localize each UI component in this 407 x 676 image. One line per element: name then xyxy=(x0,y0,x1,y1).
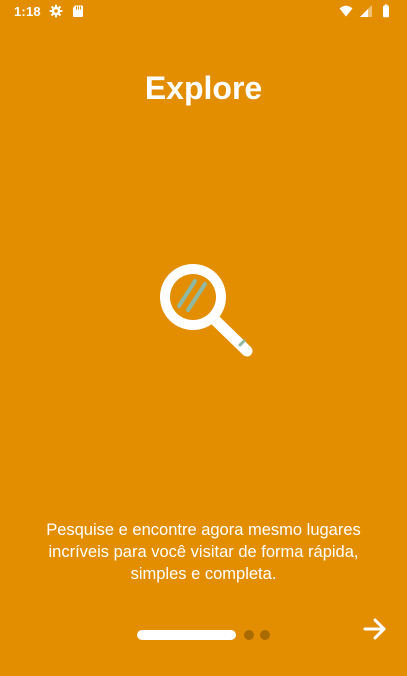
onboarding-title: Explore xyxy=(144,70,263,106)
status-right xyxy=(339,4,393,18)
status-bar: 1:18 xyxy=(0,0,407,22)
page-indicator-dot[interactable] xyxy=(244,630,254,640)
gear-icon xyxy=(49,4,63,18)
wifi-icon xyxy=(339,4,353,18)
battery-icon xyxy=(379,4,393,18)
next-button[interactable] xyxy=(358,616,392,646)
onboarding-description: Pesquise e encontre agora mesmo lugares … xyxy=(46,521,361,583)
onboarding-screen: 1:18 Explore Pesquise e encontre agora m… xyxy=(0,0,407,676)
page-indicator-dot-active[interactable] xyxy=(137,630,236,640)
status-time: 1:18 xyxy=(14,3,41,19)
page-indicator-dot[interactable] xyxy=(260,630,270,640)
page-indicator xyxy=(137,629,270,641)
magnifying-glass-icon xyxy=(150,255,258,361)
sd-card-icon xyxy=(71,4,85,18)
status-left: 1:18 xyxy=(14,4,85,19)
signal-icon xyxy=(359,4,373,18)
arrow-right-icon xyxy=(363,618,387,645)
